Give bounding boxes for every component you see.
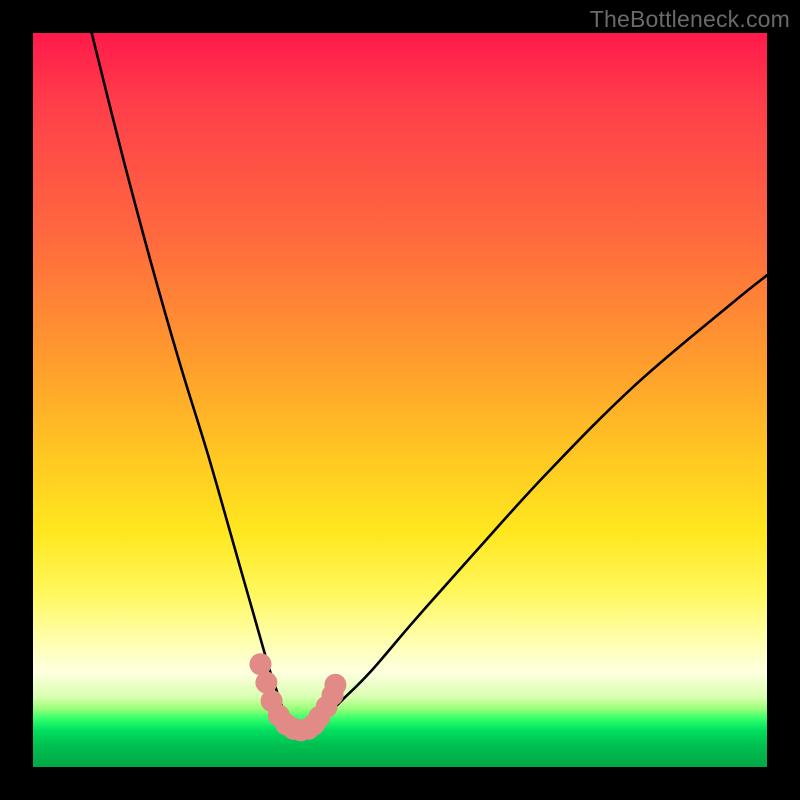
- curve-layer: [33, 33, 767, 767]
- outer-frame: TheBottleneck.com: [0, 0, 800, 800]
- bottleneck-curve-path: [92, 33, 767, 731]
- watermark-text: TheBottleneck.com: [590, 6, 790, 33]
- highlight-dot: [324, 674, 346, 696]
- plot-area: [33, 33, 767, 767]
- highlight-dots-group: [250, 653, 347, 741]
